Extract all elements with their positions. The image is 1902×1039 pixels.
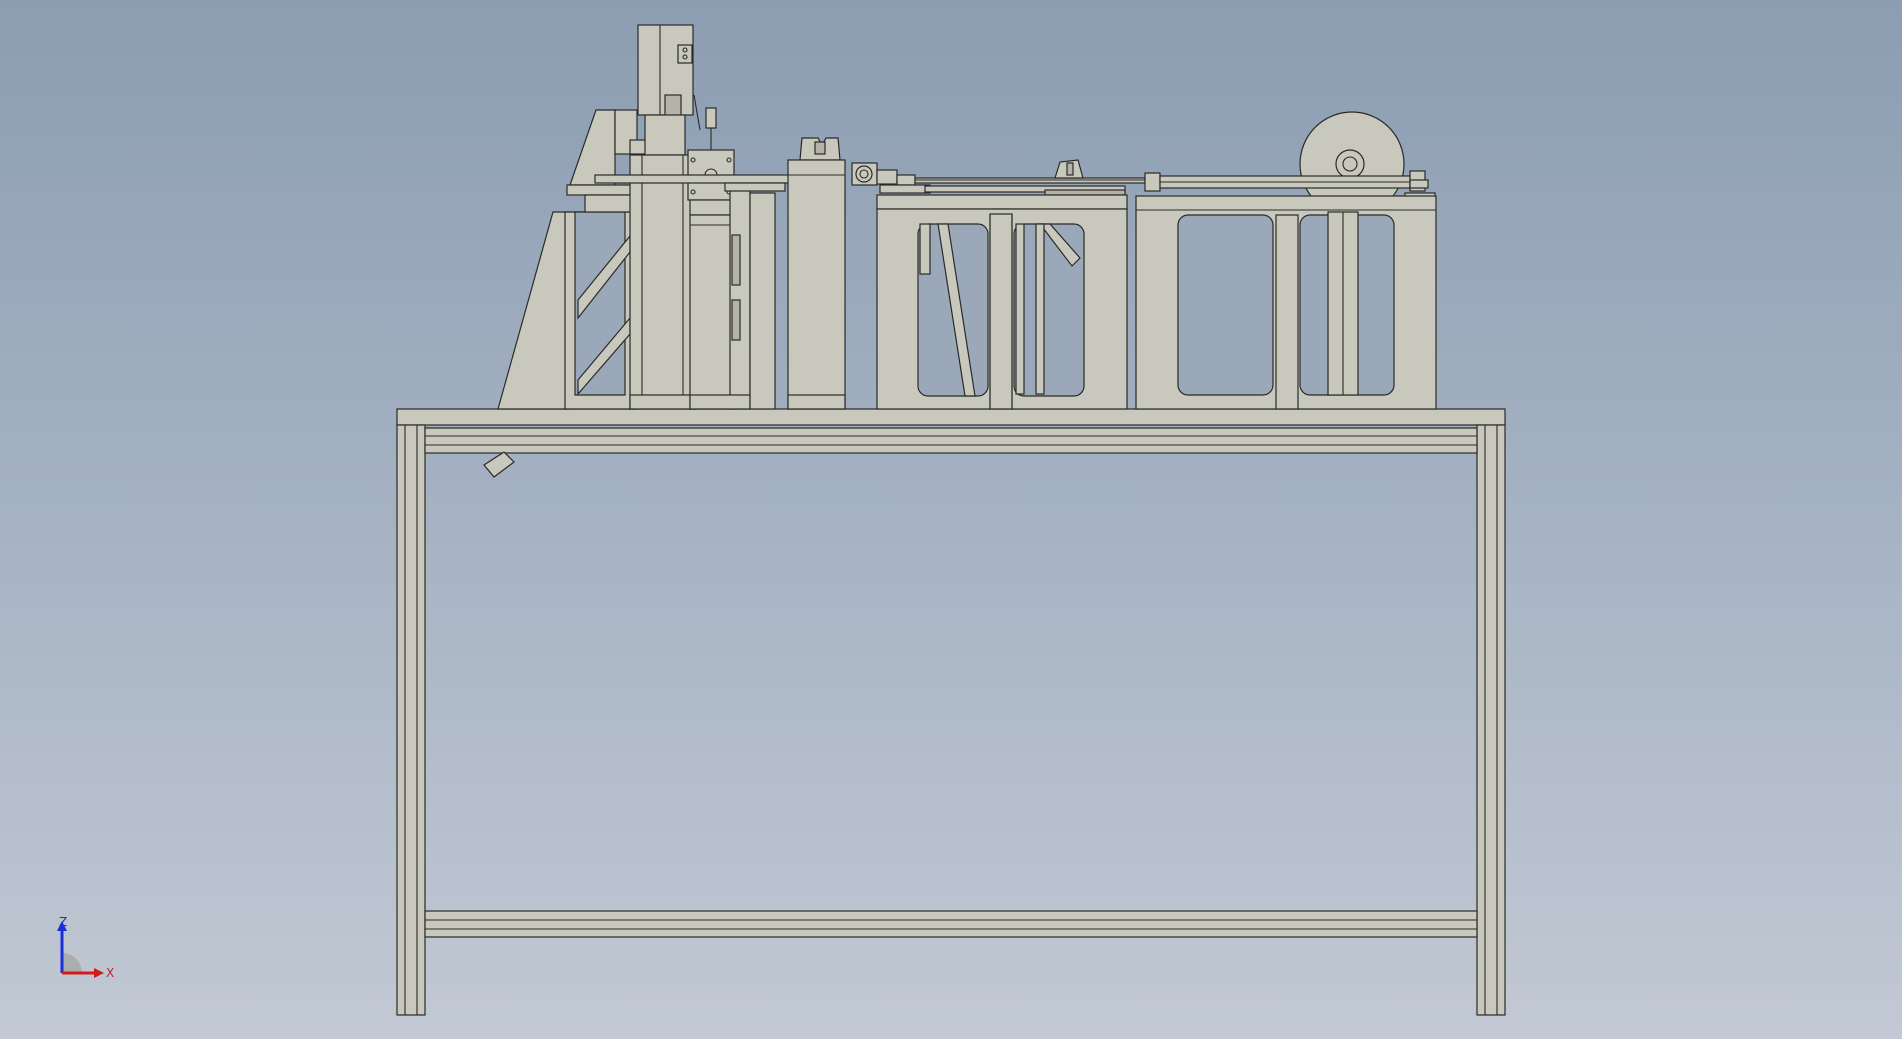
- cylinder-body[interactable]: [787, 159, 846, 410]
- table-leg-left[interactable]: [396, 424, 426, 1016]
- right-frame-module[interactable]: [1135, 111, 1437, 410]
- cylinder-block[interactable]: [787, 137, 846, 410]
- triad-plane: [62, 953, 82, 973]
- table-leg-right[interactable]: [1476, 424, 1506, 1016]
- graphics-viewport[interactable]: Z X: [0, 0, 1902, 1039]
- horizontal-guide-rail[interactable]: [914, 159, 1146, 196]
- actuator-body[interactable]: [629, 154, 696, 410]
- table-bottom-rail[interactable]: [424, 910, 1478, 938]
- x-axis-label: X: [106, 966, 114, 980]
- table-frame[interactable]: [396, 408, 1506, 1016]
- middle-frame-module[interactable]: [876, 194, 1128, 410]
- angled-bracket[interactable]: [483, 451, 515, 478]
- table-top-plate[interactable]: [396, 408, 1506, 426]
- table-top-rail[interactable]: [424, 427, 1478, 454]
- orientation-triad: Z X: [57, 915, 114, 980]
- z-axis-label: Z: [59, 915, 67, 929]
- machine-model[interactable]: [0, 0, 1902, 1039]
